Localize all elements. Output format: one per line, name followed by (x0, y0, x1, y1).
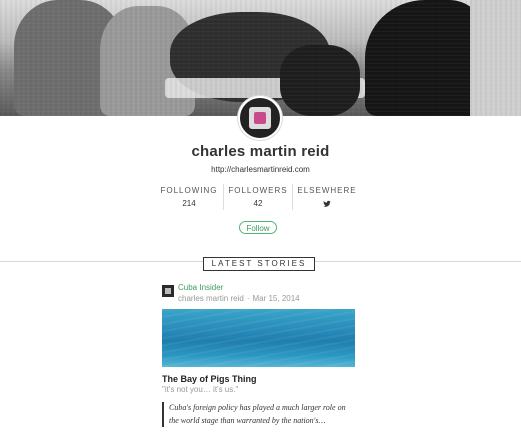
profile-website-link[interactable]: http://charlesmartinreid.com (0, 165, 521, 174)
profile-stats: FOLLOWING 214 FOLLOWERS 42 ELSEWHERE (155, 184, 361, 210)
story-excerpt[interactable]: Cuba's foreign policy has played a much … (162, 402, 364, 427)
excerpt-line-1: Cuba's foreign policy has played a much … (169, 403, 346, 412)
story-image[interactable] (162, 309, 355, 367)
story-date: Mar 15, 2014 (252, 294, 300, 303)
story-meta: charles martin reid · Mar 15, 2014 (178, 294, 300, 303)
followers-stat[interactable]: FOLLOWERS 42 (223, 184, 292, 210)
profile-name: charles martin reid (191, 143, 330, 160)
following-count: 214 (182, 199, 196, 208)
twitter-icon[interactable] (323, 200, 331, 208)
collection-link[interactable]: Cuba Insider (178, 283, 223, 292)
following-stat[interactable]: FOLLOWING 214 (155, 184, 223, 210)
elsewhere-label: ELSEWHERE (297, 186, 357, 195)
following-label: FOLLOWING (160, 186, 218, 195)
excerpt-line-2: the world stage than warranted by the na… (169, 415, 326, 425)
author-link[interactable]: charles martin reid (178, 294, 244, 303)
story-title[interactable]: The Bay of Pigs Thing (162, 374, 257, 384)
story-subtitle: "it's not you… it's us." (162, 385, 239, 394)
followers-label: FOLLOWERS (228, 186, 288, 195)
latest-stories-label: LATEST STORIES (203, 257, 315, 271)
meta-separator: · (246, 294, 250, 303)
avatar[interactable] (238, 96, 282, 140)
follow-button[interactable]: Follow (239, 221, 277, 234)
followers-count: 42 (253, 199, 263, 208)
elsewhere-stat: ELSEWHERE (292, 184, 361, 210)
collection-icon[interactable] (162, 285, 174, 297)
